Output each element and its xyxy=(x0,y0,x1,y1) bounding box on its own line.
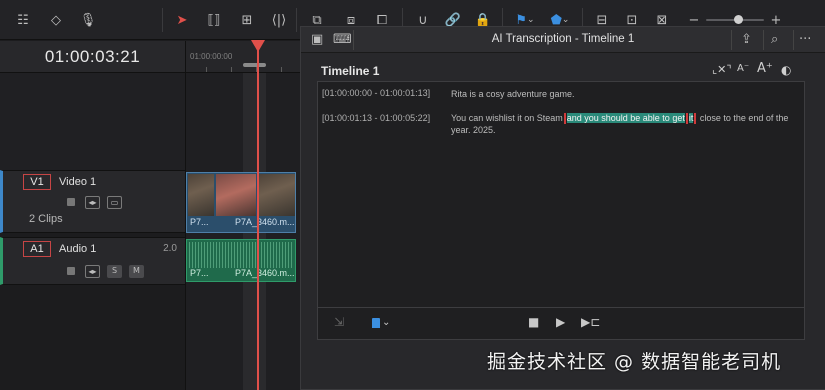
panel-divider xyxy=(731,30,732,50)
timeline-view-options-icon[interactable]: ☷ xyxy=(12,11,34,29)
clip-name: P7A_3460.m... xyxy=(235,268,295,278)
clip-thumbnail xyxy=(188,174,214,216)
mute-button[interactable]: M xyxy=(129,265,144,278)
audio-waveform xyxy=(189,242,293,268)
audio-track-name[interactable]: Audio 1 xyxy=(59,243,96,255)
in-out-range-bar[interactable] xyxy=(243,63,266,67)
timeline-ruler[interactable]: 01:00:00:00 xyxy=(186,41,301,73)
selected-text[interactable]: and you should be able to get xyxy=(566,113,685,123)
snapping-icon[interactable]: ◇ xyxy=(44,11,68,29)
play-loop-icon[interactable]: ▶⊏ xyxy=(581,315,600,329)
audio-track-volume: 2.0 xyxy=(163,243,177,254)
chevron-down-icon[interactable]: ⌄ xyxy=(382,317,390,328)
ruler-tick xyxy=(281,67,282,72)
auto-track-select-icon[interactable]: ◂▸ xyxy=(85,265,100,278)
trim-edit-icon[interactable]: ⟦⟧ xyxy=(202,11,226,29)
ruler-tick xyxy=(206,67,207,72)
timeline-area[interactable]: 01:00:00:00 P7... P7A_3460.m... P7... P7… xyxy=(185,41,301,390)
lock-icon[interactable] xyxy=(67,198,75,206)
blade-icon[interactable]: ⟨|⟩ xyxy=(268,11,290,29)
track-header-empty-area xyxy=(0,285,185,390)
contrast-icon[interactable]: ◐ xyxy=(781,63,791,77)
search-icon[interactable]: ⌕ xyxy=(771,32,778,47)
segment-text[interactable]: Rita is a cosy adventure game. xyxy=(451,88,803,100)
panel-titlebar[interactable]: ▣ ⌨ AI Transcription - Timeline 1 ⇪ ⌕ ··… xyxy=(301,27,825,53)
ai-transcription-panel: ▣ ⌨ AI Transcription - Timeline 1 ⇪ ⌕ ··… xyxy=(300,26,825,390)
ruler-timecode: 01:00:00:00 xyxy=(190,52,233,61)
selection-end-caret xyxy=(685,113,688,125)
decrease-font-icon[interactable]: A⁻ xyxy=(737,63,749,74)
clip-name: P7A_3460.m... xyxy=(235,217,295,227)
watermark: 掘金技术社区 @ 数据智能老司机 xyxy=(487,351,782,373)
play-icon[interactable]: ▶ xyxy=(556,315,565,329)
segment-text-content[interactable]: Rita is a cosy adventure game. xyxy=(451,89,575,99)
video-track-header[interactable]: V1 Video 1 ◂▸ ▭ 2 Clips xyxy=(0,170,185,233)
toolbar-divider xyxy=(162,8,163,32)
audio-clip[interactable]: P7... P7A_3460.m... xyxy=(186,239,296,282)
segment-timecode[interactable]: [01:00:00:00 - 01:00:01:13] xyxy=(322,88,430,98)
audio-track-id[interactable]: A1 xyxy=(23,241,51,257)
video-track-id[interactable]: V1 xyxy=(23,174,51,190)
panel-divider xyxy=(793,30,794,50)
clip-count: 2 Clips xyxy=(29,213,63,225)
playhead[interactable] xyxy=(257,49,259,390)
clip-thumbnail xyxy=(216,174,256,216)
segment-text[interactable]: You can wishlist it on Steam and you shou… xyxy=(451,112,803,136)
more-options-icon[interactable]: ··· xyxy=(799,32,811,47)
video-enable-icon[interactable]: ▭ xyxy=(107,196,122,209)
video-track-name[interactable]: Video 1 xyxy=(59,176,96,188)
increase-font-icon[interactable]: A⁺ xyxy=(757,61,773,76)
mic-icon[interactable]: 🎙 xyxy=(78,11,98,29)
track-header-spacer xyxy=(0,73,185,170)
transcript-section-title: Timeline 1 xyxy=(321,64,380,78)
clip-thumbnail xyxy=(258,174,295,216)
segment-text-content[interactable]: You can wishlist it on Steam xyxy=(451,113,563,123)
stop-icon[interactable]: ■ xyxy=(528,315,539,329)
lock-icon[interactable] xyxy=(67,267,75,275)
marker-color-icon[interactable] xyxy=(372,318,380,328)
clip-name: P7... xyxy=(190,217,209,227)
auto-track-select-icon[interactable]: ◂▸ xyxy=(85,196,100,209)
audio-track-header[interactable]: A1 Audio 1 2.0 ◂▸ S M xyxy=(0,237,185,285)
selection-start-caret xyxy=(563,113,566,125)
transcript-list[interactable]: [01:00:00:00 - 01:00:01:13] Rita is a co… xyxy=(317,81,805,308)
ruler-tick xyxy=(231,67,232,72)
toolbar-divider xyxy=(296,8,297,32)
selection-end-caret xyxy=(694,113,697,125)
detect-speakers-icon[interactable]: ⌞✕⌝ xyxy=(712,63,732,76)
selection-pointer-icon[interactable]: ➤ xyxy=(174,11,190,29)
video-clip[interactable]: P7... P7A_3460.m... xyxy=(186,172,296,233)
timecode-panel: 01:00:03:21 xyxy=(0,41,185,73)
panel-divider xyxy=(763,30,764,50)
insert-to-timeline-icon[interactable]: ⇲ xyxy=(334,315,344,329)
dynamic-trim-icon[interactable]: ⊞ xyxy=(236,11,258,29)
selected-text[interactable]: it xyxy=(688,113,694,123)
export-icon[interactable]: ⇪ xyxy=(741,32,752,47)
clip-name: P7... xyxy=(190,268,209,278)
current-timecode[interactable]: 01:00:03:21 xyxy=(0,47,185,67)
transcript-controls: ⇲ ⌄ ■ ▶ ▶⊏ xyxy=(317,308,805,340)
zoom-slider-handle[interactable] xyxy=(734,15,743,24)
segment-timecode[interactable]: [01:00:01:13 - 01:00:05:22] xyxy=(322,113,430,123)
solo-button[interactable]: S xyxy=(107,265,122,278)
